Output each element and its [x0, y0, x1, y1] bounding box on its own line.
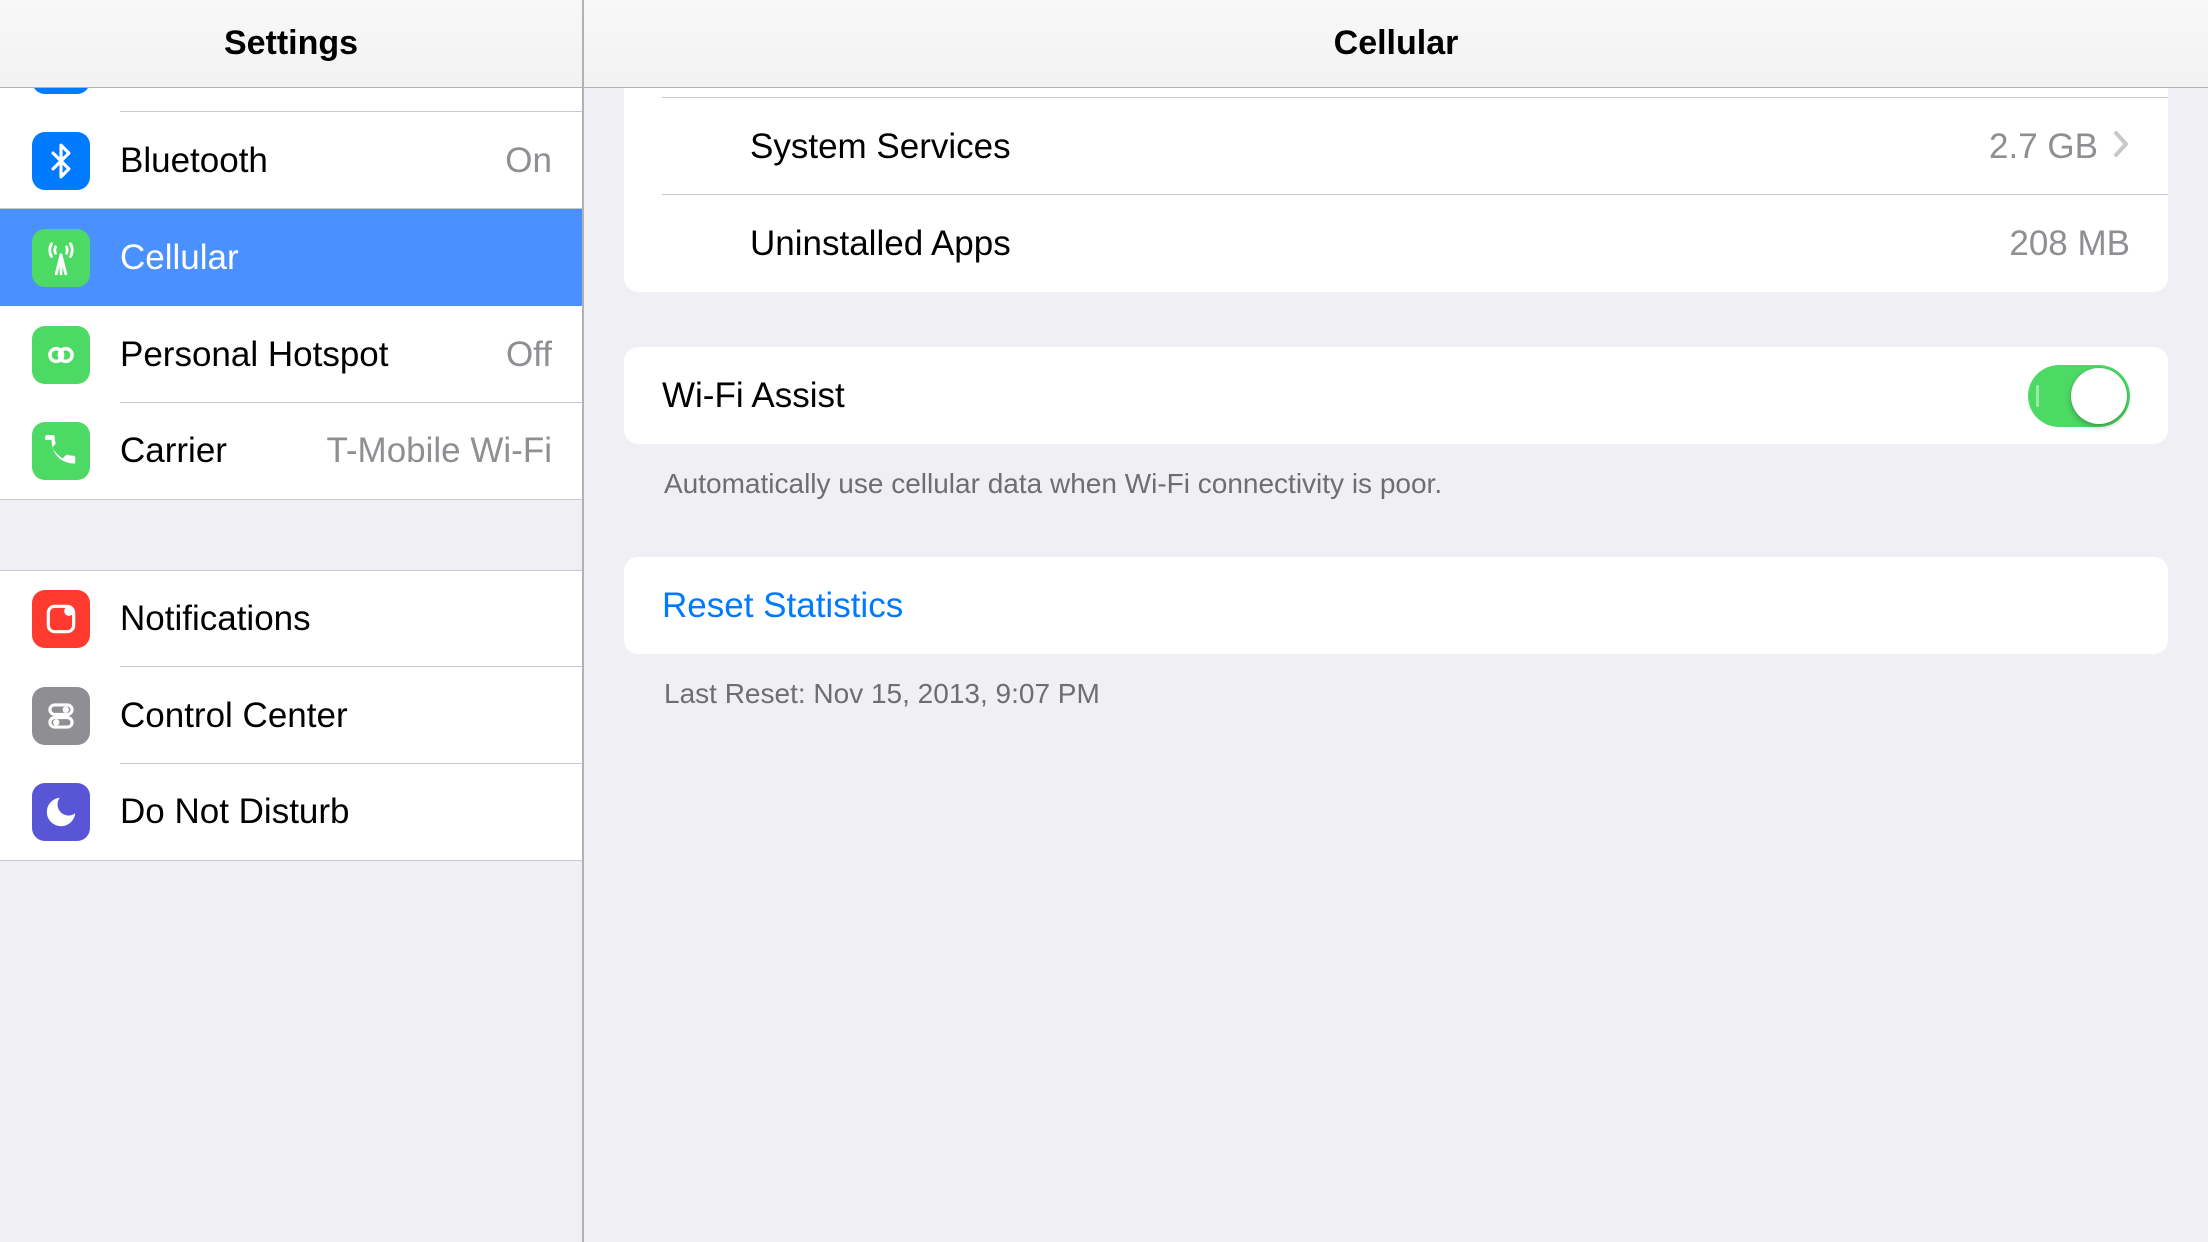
sidebar-item-value: Off [506, 335, 552, 375]
sidebar-item-do-not-disturb[interactable]: Do Not Disturb [0, 764, 582, 861]
usage-row-partial[interactable]: 1.6 MB [624, 88, 2168, 98]
sidebar-partial-icon [32, 88, 90, 94]
personal-hotspot-icon [32, 326, 90, 384]
reset-statistics-row[interactable]: Reset Statistics [624, 557, 2168, 654]
settings-sidebar: Settings Bluetooth On [0, 0, 584, 1242]
sidebar-item-label: Carrier [120, 431, 227, 471]
system-services-value: 2.7 GB [1989, 127, 2098, 167]
carrier-icon [32, 422, 90, 480]
uninstalled-apps-value: 208 MB [2009, 224, 2130, 264]
sidebar-item-cellular[interactable]: Cellular [0, 209, 582, 306]
uninstalled-apps-label: Uninstalled Apps [750, 224, 1011, 264]
cellular-icon [32, 229, 90, 287]
detail-pane: Cellular 1.6 MB System Services [584, 0, 2208, 1242]
usage-partial-value: 1.6 MB [750, 88, 838, 89]
sidebar-item-carrier[interactable]: Carrier T-Mobile Wi-Fi [0, 403, 582, 500]
chevron-right-icon [2112, 129, 2130, 165]
do-not-disturb-icon [32, 783, 90, 841]
wifi-assist-toggle[interactable] [2028, 365, 2130, 427]
sidebar-title: Settings [224, 24, 358, 63]
reset-statistics-label: Reset Statistics [662, 586, 903, 626]
sidebar-item-value: T-Mobile Wi-Fi [326, 431, 552, 471]
notifications-icon [32, 590, 90, 648]
sidebar-item-label: Control Center [120, 696, 348, 736]
reset-footnote: Last Reset: Nov 15, 2013, 9:07 PM [624, 654, 2168, 712]
detail-navbar: Cellular [584, 0, 2208, 88]
sidebar-item-label: Bluetooth [120, 141, 268, 181]
sidebar-item-value: On [505, 141, 552, 181]
wifi-assist-card: Wi-Fi Assist [624, 347, 2168, 444]
sidebar-item-label: Notifications [120, 599, 311, 639]
sidebar-item-label: Personal Hotspot [120, 335, 388, 375]
sidebar-item-notifications[interactable]: Notifications [0, 570, 582, 667]
reset-card: Reset Statistics [624, 557, 2168, 654]
sidebar-item-control-center[interactable]: Control Center [0, 667, 582, 764]
wifi-assist-row: Wi-Fi Assist [624, 347, 2168, 444]
sidebar-item-label: Cellular [120, 238, 239, 278]
sidebar-item-label: Do Not Disturb [120, 792, 350, 832]
usage-row-system-services[interactable]: System Services 2.7 GB [624, 98, 2168, 195]
usage-card: 1.6 MB System Services 2.7 GB [624, 88, 2168, 292]
sidebar-item-personal-hotspot[interactable]: Personal Hotspot Off [0, 306, 582, 403]
detail-title: Cellular [1334, 24, 1459, 63]
control-center-icon [32, 687, 90, 745]
system-services-label: System Services [750, 127, 1011, 167]
sidebar-row-partial[interactable] [0, 88, 582, 112]
bluetooth-icon [32, 132, 90, 190]
usage-row-uninstalled-apps[interactable]: Uninstalled Apps 208 MB [624, 195, 2168, 292]
wifi-assist-footnote: Automatically use cellular data when Wi-… [624, 444, 2168, 502]
sidebar-item-bluetooth[interactable]: Bluetooth On [0, 112, 582, 209]
sidebar-navbar: Settings [0, 0, 582, 88]
wifi-assist-label: Wi-Fi Assist [662, 376, 845, 416]
